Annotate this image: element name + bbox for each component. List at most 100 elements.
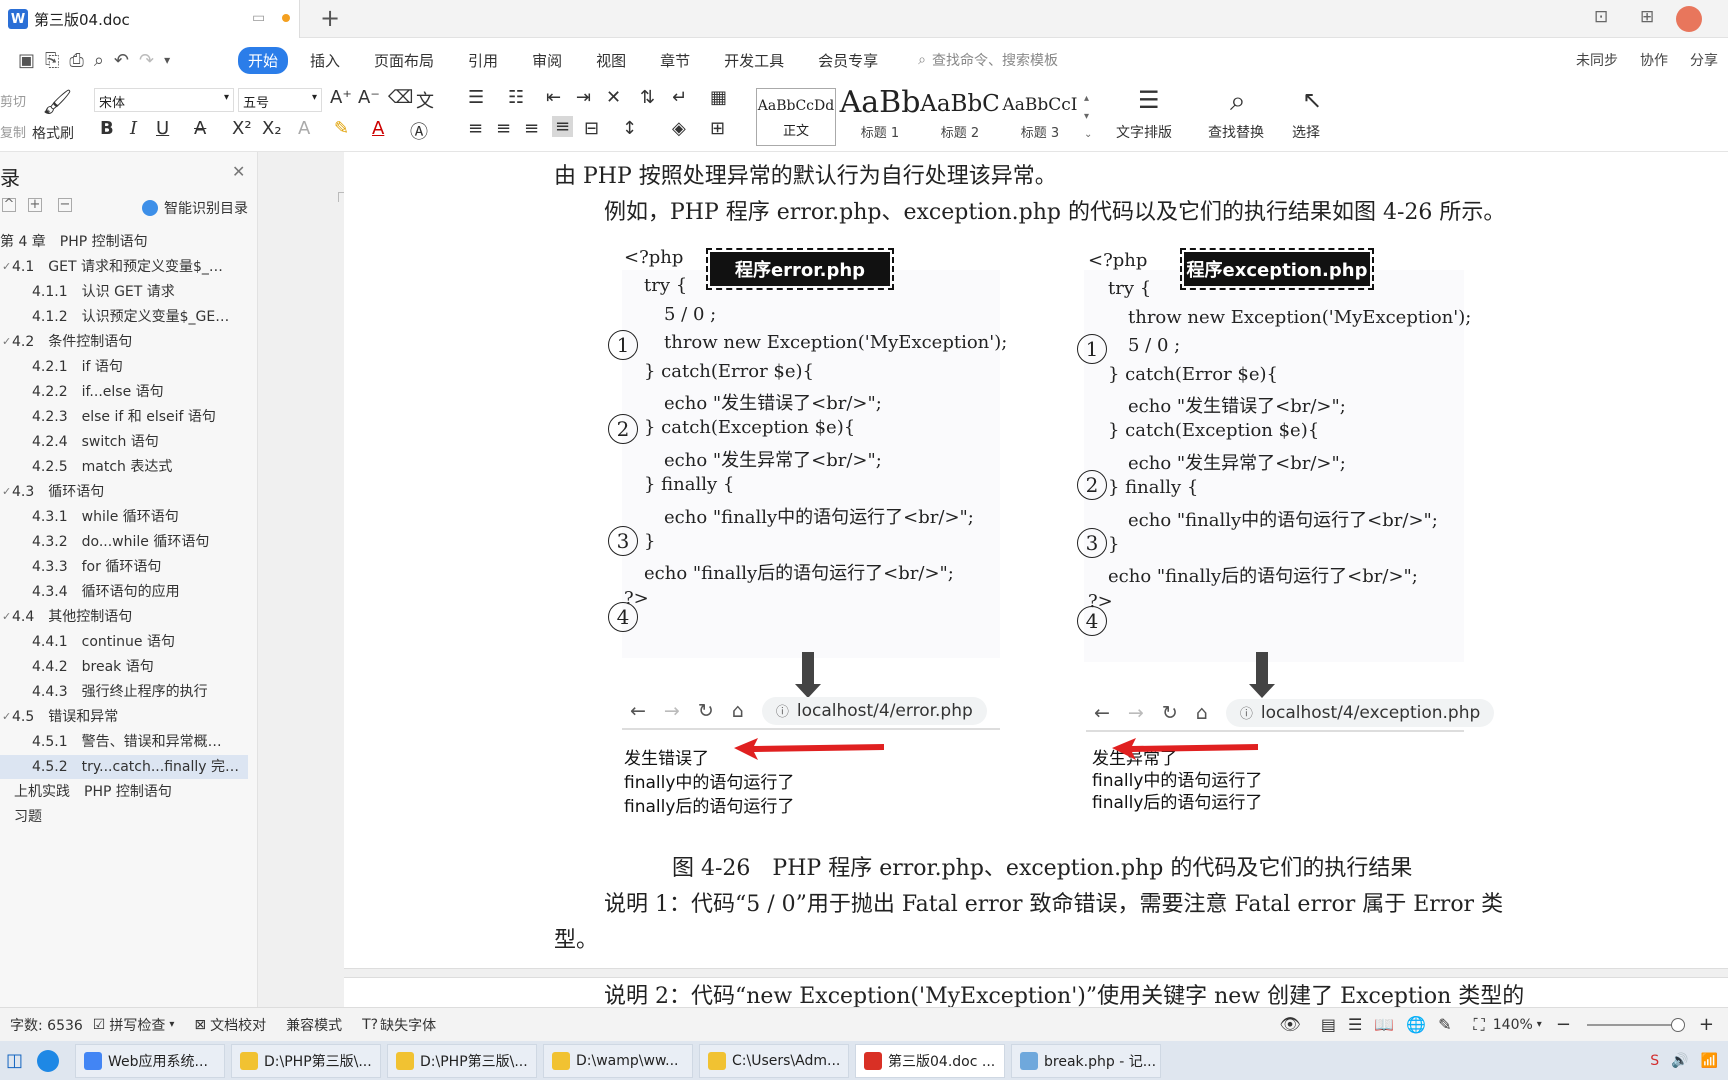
toc-item[interactable]: 4.4.2 break 语句 bbox=[0, 655, 248, 679]
increase-indent-icon[interactable]: ⇥ bbox=[576, 87, 591, 108]
share-button[interactable]: 分享 bbox=[1690, 50, 1718, 70]
sync-status[interactable]: 未同步 bbox=[1576, 50, 1618, 70]
numbered-list-icon[interactable]: ☷ bbox=[508, 87, 524, 108]
toc-item[interactable]: 上机实践 PHP 控制语句 bbox=[0, 780, 248, 804]
expand-arrow-icon[interactable]: ✓ bbox=[2, 705, 11, 729]
toc-item[interactable]: 习题 bbox=[0, 805, 248, 829]
underline-icon[interactable]: U bbox=[156, 118, 169, 139]
document-tab[interactable]: W 第三版04.doc ▭ bbox=[0, 0, 300, 38]
expand-arrow-icon[interactable]: ✓ bbox=[2, 480, 11, 504]
toc-item[interactable]: 4.1.2 认识预定义变量$_GE… bbox=[0, 305, 248, 329]
cut-button[interactable]: 剪切 bbox=[0, 91, 26, 110]
taskbar-item[interactable]: break.php - 记... bbox=[1011, 1043, 1162, 1078]
toc-item[interactable]: 4.4.1 continue 语句 bbox=[0, 630, 248, 654]
distribute-icon[interactable]: ⊟ bbox=[584, 118, 599, 139]
zoom-out-button[interactable]: − bbox=[1556, 1014, 1571, 1035]
fit-page-icon[interactable]: ⛶ bbox=[1474, 1015, 1485, 1035]
bullet-list-icon[interactable]: ☰ bbox=[468, 87, 484, 108]
align-left-icon[interactable]: ≡ bbox=[468, 118, 483, 139]
smart-toc-button[interactable]: 智能识别目录 bbox=[164, 198, 248, 218]
tab-insert[interactable]: 插入 bbox=[310, 50, 340, 71]
toc-item[interactable]: 4.3.4 循环语句的应用 bbox=[0, 580, 248, 604]
command-search-input[interactable]: 查找命令、搜索模板 bbox=[932, 50, 1058, 70]
toc-item[interactable]: 4.4.3 强行终止程序的执行 bbox=[0, 680, 248, 704]
apps-grid-icon[interactable]: ⊞ bbox=[1640, 7, 1654, 27]
collapse-icon[interactable]: ^ bbox=[2, 198, 16, 212]
spell-check-button[interactable]: 拼写检查 bbox=[109, 1015, 165, 1035]
line-spacing-icon[interactable]: ↕ bbox=[622, 118, 637, 139]
table-tools-icon[interactable]: ▦ bbox=[710, 87, 727, 108]
tab-chapter[interactable]: 章节 bbox=[660, 50, 690, 71]
save-icon[interactable]: ▣ bbox=[18, 50, 35, 71]
pen-icon[interactable]: ✎ bbox=[1438, 1015, 1451, 1034]
shading-icon[interactable]: ◈ bbox=[672, 118, 686, 139]
zoom-level[interactable]: 140% bbox=[1493, 1017, 1533, 1033]
zoom-in-button[interactable]: + bbox=[1699, 1014, 1714, 1035]
chevron-down-icon[interactable]: ▾ bbox=[1537, 1019, 1542, 1030]
font-name-select[interactable]: 宋体 ▾ bbox=[94, 88, 234, 112]
taskbar-item[interactable]: 第三版04.doc ... bbox=[855, 1043, 1006, 1078]
text-effect-icon[interactable]: A bbox=[298, 118, 310, 139]
new-tab-button[interactable]: + bbox=[320, 4, 340, 32]
toc-item[interactable]: 4.2.1 if 语句 bbox=[0, 355, 248, 379]
tab-page-layout[interactable]: 页面布局 bbox=[374, 50, 434, 71]
subscript-icon[interactable]: X₂ bbox=[262, 118, 282, 139]
toc-item[interactable]: 4.2.3 else if 和 elseif 语句 bbox=[0, 405, 248, 429]
toc-item[interactable]: 4.2.4 switch 语句 bbox=[0, 430, 248, 454]
show-marks-icon[interactable]: ↵ bbox=[672, 87, 687, 108]
add-icon[interactable]: + bbox=[28, 198, 42, 212]
find-replace-icon[interactable]: ⌕ bbox=[1230, 84, 1246, 118]
ime-icon[interactable]: S bbox=[1650, 1053, 1659, 1069]
font-color-icon[interactable]: A bbox=[372, 118, 384, 139]
toc-item[interactable]: 4.5.2 try...catch...finally 完… bbox=[0, 755, 248, 779]
taskbar-item[interactable]: D:\wamp\ww... bbox=[543, 1043, 694, 1078]
toc-item[interactable]: 4.1.1 认识 GET 请求 bbox=[0, 280, 248, 304]
chevron-down-icon[interactable]: ▾ bbox=[164, 53, 170, 67]
toc-item[interactable]: ✓ 4.2 条件控制语句 bbox=[0, 330, 248, 354]
format-painter-icon[interactable]: 🖌 bbox=[42, 88, 72, 116]
toc-item[interactable]: 第 4 章 PHP 控制语句 bbox=[0, 230, 248, 254]
text-layout-button[interactable]: 文字排版 bbox=[1116, 122, 1172, 142]
page-view-icon[interactable]: ▤ bbox=[1321, 1015, 1336, 1034]
highlight-icon[interactable]: ✎ bbox=[334, 118, 349, 139]
styles-scroll-icon[interactable]: ▴ ▾ ⌄ bbox=[1084, 90, 1092, 144]
clear-format-icon[interactable]: ⌫ bbox=[388, 87, 413, 108]
volume-icon[interactable]: 🔊 bbox=[1671, 1053, 1688, 1069]
style-heading-1[interactable]: AaBb 标题 1 bbox=[838, 84, 922, 146]
style-heading-2[interactable]: AaBbC 标题 2 bbox=[918, 86, 1002, 146]
superscript-icon[interactable]: X² bbox=[232, 118, 252, 139]
font-size-select[interactable]: 五号 ▾ bbox=[238, 88, 322, 112]
char-border-icon[interactable]: Ⓐ bbox=[410, 118, 428, 144]
web-view-icon[interactable]: 🌐 bbox=[1406, 1015, 1426, 1034]
collaborate-button[interactable]: 协作 bbox=[1640, 50, 1668, 70]
tab-view[interactable]: 视图 bbox=[596, 50, 626, 71]
remove-icon[interactable]: − bbox=[58, 198, 72, 212]
chevron-down-icon[interactable]: ▾ bbox=[169, 1019, 174, 1030]
bold-icon[interactable]: B bbox=[100, 118, 114, 139]
reading-view-icon[interactable]: 📖 bbox=[1374, 1015, 1394, 1034]
zoom-slider-thumb[interactable] bbox=[1670, 1017, 1685, 1032]
strikethrough-icon[interactable]: A bbox=[194, 118, 206, 139]
expand-arrow-icon[interactable]: ✓ bbox=[2, 605, 11, 629]
grow-font-icon[interactable]: A⁺ bbox=[330, 87, 352, 108]
proofread-button[interactable]: 文档校对 bbox=[210, 1015, 266, 1035]
select-cursor-icon[interactable]: ↖ bbox=[1302, 86, 1322, 114]
chinese-layout-icon[interactable]: ✕ bbox=[606, 87, 621, 108]
zoom-slider[interactable] bbox=[1586, 1017, 1685, 1032]
style-heading-3[interactable]: AaBbCcI 标题 3 bbox=[1002, 88, 1078, 146]
avatar[interactable] bbox=[1676, 6, 1702, 32]
decrease-indent-icon[interactable]: ⇤ bbox=[546, 87, 561, 108]
missing-font-button[interactable]: 缺失字体 bbox=[380, 1015, 436, 1035]
toc-item[interactable]: 4.3.2 do...while 循环语句 bbox=[0, 530, 248, 554]
toc-item[interactable]: 4.3.1 while 循环语句 bbox=[0, 505, 248, 529]
taskbar-item[interactable]: Web应用系统... bbox=[75, 1043, 226, 1078]
tab-developer[interactable]: 开发工具 bbox=[724, 50, 784, 71]
align-right-icon[interactable]: ≡ bbox=[524, 118, 539, 139]
print-icon[interactable]: ⎙ bbox=[69, 50, 83, 71]
select-button[interactable]: 选择 bbox=[1292, 122, 1320, 142]
checkbox-icon[interactable]: ☑ bbox=[93, 1017, 106, 1033]
text-layout-icon[interactable]: ☰ bbox=[1138, 86, 1160, 114]
taskbar-item[interactable]: D:\PHP第三版\... bbox=[231, 1043, 382, 1078]
redo-icon[interactable]: ↷ bbox=[139, 50, 154, 71]
document-page[interactable]: 由 PHP 按照处理异常的默认行为自行处理该异常。 例如，PHP 程序 erro… bbox=[344, 152, 1728, 1009]
